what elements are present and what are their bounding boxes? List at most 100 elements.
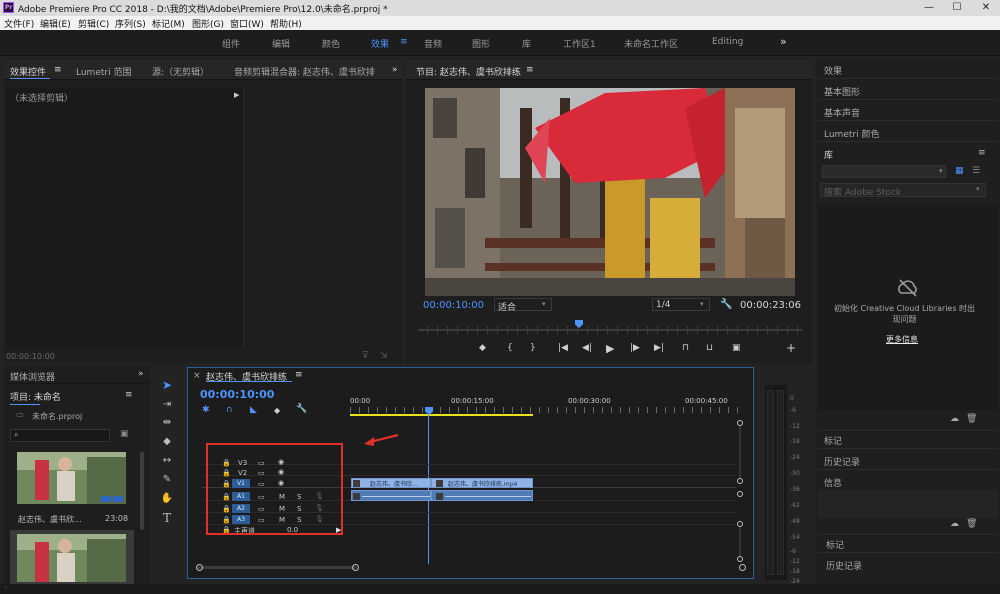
tab-menu-icon[interactable]: ≡ bbox=[54, 65, 62, 75]
clip-thumbnail[interactable] bbox=[17, 452, 126, 504]
tab-effect-controls[interactable]: 效果控件 bbox=[10, 65, 46, 78]
hand-tool-icon[interactable]: ✋ bbox=[160, 492, 174, 506]
panel-essential-sound[interactable]: 基本声音 bbox=[824, 106, 860, 119]
menu-sequence[interactable]: 序列(S) bbox=[115, 17, 146, 30]
panel-effects[interactable]: 效果 bbox=[824, 64, 842, 77]
workspace-editing[interactable]: 编辑 bbox=[272, 37, 290, 50]
library-selector[interactable]: ▾ bbox=[822, 165, 946, 178]
menu-window[interactable]: 窗口(W) bbox=[230, 17, 264, 30]
extract-icon[interactable]: ⊔ bbox=[706, 343, 713, 353]
expand-arrow-icon[interactable]: ▶ bbox=[234, 91, 239, 99]
tab-audio-clip-mixer[interactable]: 音频剪辑混合器: 赵志伟、虞书欣排 bbox=[234, 65, 375, 78]
timeline-zoom-scrollbar[interactable] bbox=[197, 566, 357, 569]
settings-wrench-icon[interactable]: 🔧 bbox=[720, 299, 732, 310]
panel-markers-2[interactable]: 标记 bbox=[826, 538, 844, 551]
program-monitor-menu-icon[interactable]: ≡ bbox=[526, 65, 534, 75]
project-title[interactable]: 项目: 未命名 bbox=[10, 390, 61, 403]
program-monitor-title[interactable]: 节目: 赵志伟、虞书欣排练 bbox=[416, 65, 521, 78]
workspace-overflow-button[interactable]: » bbox=[780, 35, 787, 48]
export-icon[interactable]: ⇲ bbox=[380, 351, 388, 361]
panel-essential-graphics[interactable]: 基本图形 bbox=[824, 85, 860, 98]
play-icon[interactable]: ▶ bbox=[606, 342, 614, 355]
cc-sync-icon-2[interactable]: ☁ bbox=[950, 519, 959, 529]
video-clip[interactable]: 赵志伟、虞书欣... bbox=[351, 478, 431, 488]
time-ruler[interactable]: 00:00 00:00:15:00 00:00:30:00 00:00:45:0… bbox=[350, 393, 740, 416]
workspace-assembly[interactable]: 组件 bbox=[222, 37, 240, 50]
video-clip[interactable]: 赵志伟、虞书欣排练.mp4 bbox=[431, 478, 533, 488]
snap-magnet-icon[interactable]: ∩ bbox=[226, 405, 233, 415]
workspace-untitled[interactable]: 未命名工作区 bbox=[624, 37, 678, 50]
timeline-settings-wrench-icon[interactable]: 🔧 bbox=[296, 404, 307, 414]
go-to-out-icon[interactable]: ▶| bbox=[654, 343, 664, 353]
tab-source-monitor[interactable]: 源:（无剪辑） bbox=[152, 65, 209, 78]
mark-in-icon[interactable]: { bbox=[507, 343, 513, 353]
workspace-graphics[interactable]: 图形 bbox=[472, 37, 490, 50]
cc-sync-icon[interactable]: ☁ bbox=[950, 414, 959, 424]
menu-file[interactable]: 文件(F) bbox=[4, 17, 34, 30]
trash-icon[interactable]: 🗑 bbox=[966, 414, 977, 424]
lift-icon[interactable]: ⊓ bbox=[682, 343, 689, 353]
stock-search-input[interactable]: 搜索 Adobe Stock ▾ bbox=[820, 183, 986, 198]
vertical-zoom-handle[interactable] bbox=[737, 556, 743, 562]
workspace-effects-menu-icon[interactable]: ≡ bbox=[400, 37, 408, 47]
zoom-handle-right[interactable] bbox=[352, 564, 359, 571]
vertical-zoom-handle[interactable] bbox=[737, 491, 743, 497]
slip-tool-icon[interactable]: ↔ bbox=[160, 454, 174, 468]
workspace-color[interactable]: 颜色 bbox=[322, 37, 340, 50]
add-marker-icon[interactable]: ◆ bbox=[479, 343, 486, 353]
snap-nest-icon[interactable]: ✱ bbox=[202, 405, 210, 415]
new-bin-icon[interactable]: ▣ bbox=[120, 429, 129, 439]
project-search-input[interactable]: ⌕ bbox=[10, 429, 110, 442]
work-area-bar[interactable] bbox=[350, 414, 533, 416]
workspace-1[interactable]: 工作区1 bbox=[563, 37, 596, 50]
panel-history[interactable]: 历史记录 bbox=[824, 455, 860, 468]
mark-out-icon[interactable]: } bbox=[530, 343, 536, 353]
libraries-menu-icon[interactable]: ≡ bbox=[978, 148, 986, 158]
selection-tool-icon[interactable]: ➤ bbox=[160, 378, 174, 392]
workspace-audio[interactable]: 音频 bbox=[424, 37, 442, 50]
resolution-dropdown[interactable]: 1/4 ▾ bbox=[652, 298, 710, 311]
project-menu-icon[interactable]: ≡ bbox=[125, 390, 133, 400]
panel-history-2[interactable]: 历史记录 bbox=[826, 559, 862, 572]
add-marker-icon[interactable]: ◆ bbox=[274, 406, 280, 415]
menu-clip[interactable]: 剪辑(C) bbox=[78, 17, 109, 30]
timeline-timecode[interactable]: 00:00:10:00 bbox=[200, 388, 274, 401]
vertical-zoom-handle[interactable] bbox=[737, 478, 743, 484]
type-tool-icon[interactable]: T bbox=[160, 511, 174, 525]
maximize-button[interactable]: ☐ bbox=[943, 0, 971, 16]
audio-clip[interactable] bbox=[351, 490, 431, 501]
workspace-editing-en[interactable]: Editing bbox=[712, 37, 743, 47]
filter-icon[interactable]: ⊽ bbox=[362, 351, 369, 361]
zoom-handle-end[interactable] bbox=[739, 564, 746, 571]
zoom-handle-left[interactable] bbox=[196, 564, 203, 571]
panel-lumetri-color[interactable]: Lumetri 颜色 bbox=[824, 127, 879, 140]
menu-marker[interactable]: 标记(M) bbox=[152, 17, 185, 30]
step-back-icon[interactable]: ◀| bbox=[582, 343, 592, 353]
trash-icon-2[interactable]: 🗑 bbox=[966, 519, 977, 529]
go-to-in-icon[interactable]: |◀ bbox=[558, 343, 568, 353]
timeline-close-button[interactable]: × bbox=[193, 371, 201, 381]
step-forward-icon[interactable]: |▶ bbox=[630, 343, 640, 353]
project-scrollbar[interactable] bbox=[140, 452, 144, 530]
panel-info[interactable]: 信息 bbox=[824, 476, 842, 489]
linked-selection-icon[interactable]: ◣ bbox=[250, 405, 257, 415]
menu-edit[interactable]: 编辑(E) bbox=[40, 17, 71, 30]
workspace-effects[interactable]: 效果 bbox=[371, 37, 389, 50]
program-scrubber[interactable] bbox=[418, 320, 802, 334]
menu-help[interactable]: 帮助(H) bbox=[270, 17, 302, 30]
razor-tool-icon[interactable]: ◆ bbox=[160, 435, 174, 449]
pen-tool-icon[interactable]: ✎ bbox=[160, 473, 174, 487]
program-current-timecode[interactable]: 00:00:10:00 bbox=[423, 300, 484, 311]
sequence-menu-icon[interactable]: ≡ bbox=[295, 370, 303, 380]
panel-overflow-button[interactable]: » bbox=[392, 65, 398, 75]
vertical-scrollbar[interactable] bbox=[739, 527, 741, 556]
tab-lumetri-scopes[interactable]: Lumetri 范围 bbox=[76, 65, 131, 78]
button-editor-add[interactable]: + bbox=[786, 341, 796, 355]
more-info-link[interactable]: 更多信息 bbox=[886, 334, 918, 345]
grid-view-icon[interactable]: ▦ bbox=[955, 166, 964, 176]
audio-clip[interactable] bbox=[431, 490, 533, 501]
panel-libraries[interactable]: 库 bbox=[824, 148, 833, 161]
ripple-edit-tool-icon[interactable]: ⇹ bbox=[160, 416, 174, 430]
panel-markers[interactable]: 标记 bbox=[824, 434, 842, 447]
tab-media-browser[interactable]: 媒体浏览器 bbox=[10, 370, 55, 383]
